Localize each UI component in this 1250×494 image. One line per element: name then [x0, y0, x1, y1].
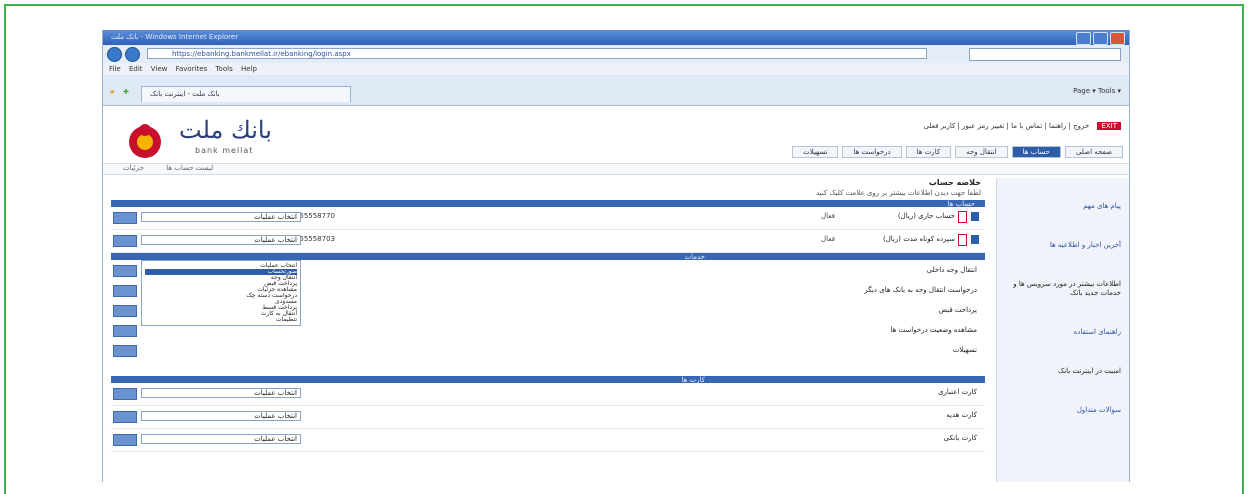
menu-bar: File Edit View Favorites Tools Help: [103, 63, 1129, 75]
account-label[interactable]: حساب جاری (ریال): [898, 212, 955, 220]
service-label[interactable]: انتقال وجه داخلی: [927, 266, 977, 274]
sidebar-item[interactable]: اطلاعات بیشتر در مورد سرویس ها و خدمات ج…: [997, 276, 1129, 302]
go-button[interactable]: [113, 325, 137, 337]
card-row: کارت اعتباری انتخاب عملیات: [111, 383, 985, 406]
sidebar-item[interactable]: امنیت در اینترنت بانک: [997, 363, 1129, 380]
services-area: انتخاب عملیات صورتحساب انتقال وجه پرداخت…: [111, 260, 985, 376]
go-button[interactable]: [113, 434, 137, 446]
card-label[interactable]: کارت اعتباری: [938, 388, 977, 396]
top-links-text[interactable]: خروج | راهنما | تماس با ما | تغییر رمز ع…: [924, 122, 1090, 130]
service-row: پرداخت قبض: [111, 300, 985, 320]
page-title: خلاصه حساب: [928, 178, 981, 187]
browser-tab[interactable]: بانک ملت - اینترنت بانک: [141, 86, 351, 102]
menu-edit[interactable]: Edit: [129, 65, 143, 73]
service-label[interactable]: مشاهده وضعیت درخواست ها: [891, 326, 977, 334]
close-icon[interactable]: [1110, 32, 1125, 45]
page-note: لطفا جهت دیدن اطلاعات بیشتر بر روی علامت…: [815, 189, 981, 197]
command-bar[interactable]: Page ▾ Tools ▾: [1073, 87, 1121, 95]
accounts-header-bar: حساب ها: [111, 200, 985, 208]
maximize-icon[interactable]: [1093, 32, 1108, 45]
right-sidebar: پیام های مهم آخرین اخبار و اطلاعیه ها اط…: [996, 178, 1129, 482]
sidebar-item[interactable]: پیام های مهم: [997, 198, 1129, 215]
card-label[interactable]: کارت هدیه: [946, 411, 977, 419]
minimize-icon[interactable]: [1076, 32, 1091, 45]
go-button[interactable]: [113, 265, 137, 277]
address-bar-area: https://ebanking.bankmellat.ir/ebanking/…: [103, 45, 1129, 63]
document-icon[interactable]: [958, 234, 967, 246]
service-label[interactable]: تسهیلات: [953, 346, 977, 354]
go-button[interactable]: [113, 235, 137, 247]
menu-tools[interactable]: Tools: [215, 65, 232, 73]
search-input[interactable]: [969, 48, 1121, 61]
service-row: درخواست انتقال وجه به بانک های دیگر: [111, 280, 985, 300]
top-links[interactable]: EXIT خروج | راهنما | تماس با ما | تغییر …: [924, 122, 1121, 130]
operation-select[interactable]: انتخاب عملیات: [141, 388, 301, 398]
sidebar-item[interactable]: راهنمای استفاده: [997, 324, 1129, 341]
go-button[interactable]: [113, 345, 137, 357]
address-input[interactable]: https://ebanking.bankmellat.ir/ebanking/…: [147, 48, 927, 59]
go-button[interactable]: [113, 411, 137, 423]
main-content: خلاصه حساب لطفا جهت دیدن اطلاعات بیشتر ب…: [111, 178, 985, 478]
operation-select[interactable]: انتخاب عملیات: [141, 235, 301, 245]
account-status: فعال: [821, 235, 835, 243]
logo-subtitle: bank mellat: [195, 146, 254, 155]
nav-tab-requests[interactable]: درخواست ها: [842, 146, 902, 158]
print-icon[interactable]: [971, 235, 979, 244]
service-label[interactable]: درخواست انتقال وجه به بانک های دیگر: [864, 286, 977, 294]
account-status: فعال: [821, 212, 835, 220]
bank-mellat-logo-icon: [129, 124, 161, 158]
browser-window: بانک ملت - Windows Internet Explorer htt…: [102, 30, 1130, 482]
add-favorite-icon[interactable]: ✚: [123, 88, 129, 96]
go-button[interactable]: [113, 388, 137, 400]
back-button[interactable]: [107, 47, 122, 62]
operation-select[interactable]: انتخاب عملیات: [141, 434, 301, 444]
breadcrumb: لیست حساب ها جزئیات: [103, 163, 1129, 175]
main-nav: صفحه اصلی حساب ها انتقال وجه کارت ها درخ…: [792, 146, 1123, 158]
print-icon[interactable]: [971, 212, 979, 221]
account-row: حساب جاری (ریال) فعال 7655558770 انتخاب …: [111, 207, 985, 230]
nav-tab-accounts[interactable]: حساب ها: [1011, 146, 1061, 158]
nav-tab-loans[interactable]: تسهیلات: [792, 146, 839, 158]
forward-button[interactable]: [125, 47, 140, 62]
card-row: کارت هدیه انتخاب عملیات: [111, 406, 985, 429]
operation-select[interactable]: انتخاب عملیات: [141, 411, 301, 421]
service-row: تسهیلات: [111, 340, 985, 360]
account-label[interactable]: سپرده کوتاه مدت (ریال): [883, 235, 955, 243]
window-title: بانک ملت - Windows Internet Explorer: [111, 33, 239, 41]
go-button[interactable]: [113, 305, 137, 317]
account-row: سپرده کوتاه مدت (ریال) فعال 3455558703 ا…: [111, 230, 985, 253]
menu-file[interactable]: File: [109, 65, 121, 73]
favorites-star-icon[interactable]: ★: [109, 88, 115, 96]
services-header-bar: خدمات: [111, 253, 985, 261]
nav-tab-cards[interactable]: کارت ها: [905, 146, 952, 158]
cards-header-bar: کارت ها: [111, 376, 985, 384]
window-titlebar: بانک ملت - Windows Internet Explorer: [103, 30, 1129, 45]
breadcrumb-item[interactable]: لیست حساب ها: [166, 164, 213, 172]
web-page: بانك ملت bank mellat EXIT خروج | راهنما …: [103, 106, 1129, 482]
menu-favorites[interactable]: Favorites: [176, 65, 208, 73]
menu-help[interactable]: Help: [241, 65, 257, 73]
card-row: کارت بانکی انتخاب عملیات: [111, 429, 985, 452]
service-row: مشاهده وضعیت درخواست ها: [111, 320, 985, 340]
nav-tab-transfer[interactable]: انتقال وجه: [955, 146, 1008, 158]
card-label[interactable]: کارت بانکی: [944, 434, 977, 442]
breadcrumb-item[interactable]: جزئیات: [123, 164, 144, 172]
operation-select[interactable]: انتخاب عملیات: [141, 212, 301, 222]
document-icon[interactable]: [958, 211, 967, 223]
menu-view[interactable]: View: [151, 65, 168, 73]
go-button[interactable]: [113, 285, 137, 297]
service-label[interactable]: پرداخت قبض: [939, 306, 977, 314]
service-row: انتقال وجه داخلی: [111, 260, 985, 280]
sidebar-item[interactable]: سوالات متداول: [997, 402, 1129, 419]
nav-tab-home[interactable]: صفحه اصلی: [1064, 146, 1123, 158]
logout-badge[interactable]: EXIT: [1097, 122, 1121, 130]
tab-bar: ★ ✚ بانک ملت - اینترنت بانک Page ▾ Tools…: [103, 75, 1129, 106]
go-button[interactable]: [113, 212, 137, 224]
logo-text: بانك ملت: [179, 116, 272, 144]
sidebar-item[interactable]: آخرین اخبار و اطلاعیه ها: [997, 237, 1129, 254]
